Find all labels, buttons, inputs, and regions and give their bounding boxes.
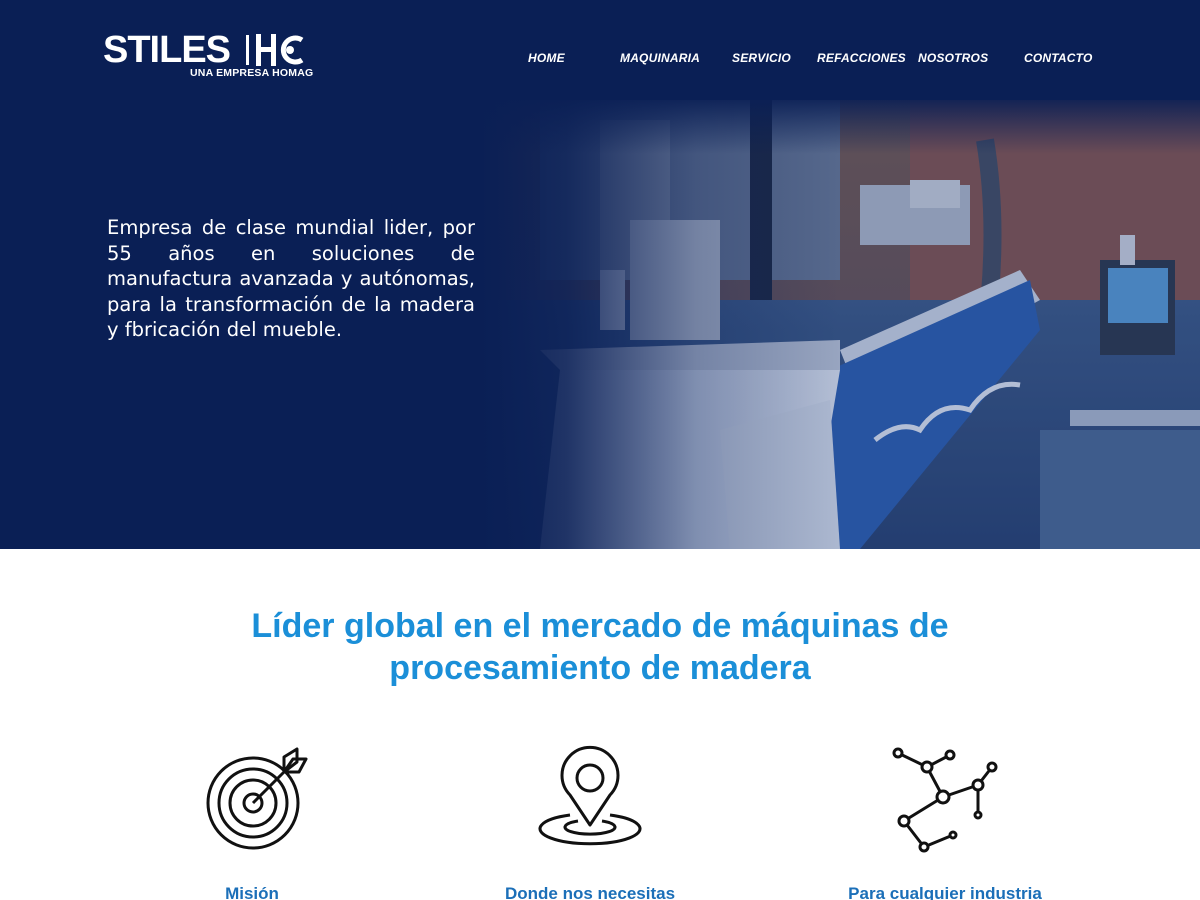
target-arrow-icon [206,747,308,850]
hero-description: Empresa de clase mundial lider, por 55 a… [107,216,475,341]
feature-title-donde[interactable]: Donde nos necesitas [470,884,710,900]
stiles-logo[interactable]: STILES UNA EMPRESA HOMAG [103,29,313,81]
headline-line-2: procesamiento de madera [389,649,811,687]
logo-divider [246,35,249,65]
headline-line-1: Líder global en el mercado de máquinas d… [251,607,949,645]
nav-contacto[interactable]: CONTACTO [1024,51,1093,65]
hero-section: STILES UNA EMPRESA HOMAG HOME MAQUINARIA… [0,0,1200,549]
feature-title-industria[interactable]: Para cualquier industria [815,884,1075,900]
nav-refacciones[interactable]: REFACCIONES [817,51,906,65]
factory-machine-photo [480,100,1200,549]
nav-nosotros[interactable]: NOSOTROS [918,51,988,65]
homag-logo-icon [256,34,304,66]
nav-maquinaria[interactable]: MAQUINARIA [620,51,700,65]
feature-title-mision[interactable]: Misión [152,884,352,900]
logo-wordmark: STILES [103,29,231,71]
logo-tagline: UNA EMPRESA HOMAG [190,67,314,79]
nav-servicio[interactable]: SERVICIO [732,51,791,65]
location-pin-icon [538,745,642,846]
nav-home[interactable]: HOME [528,51,565,65]
section-headline: Líder global en el mercado de máquinas d… [200,605,1000,689]
network-nodes-icon [892,747,998,853]
